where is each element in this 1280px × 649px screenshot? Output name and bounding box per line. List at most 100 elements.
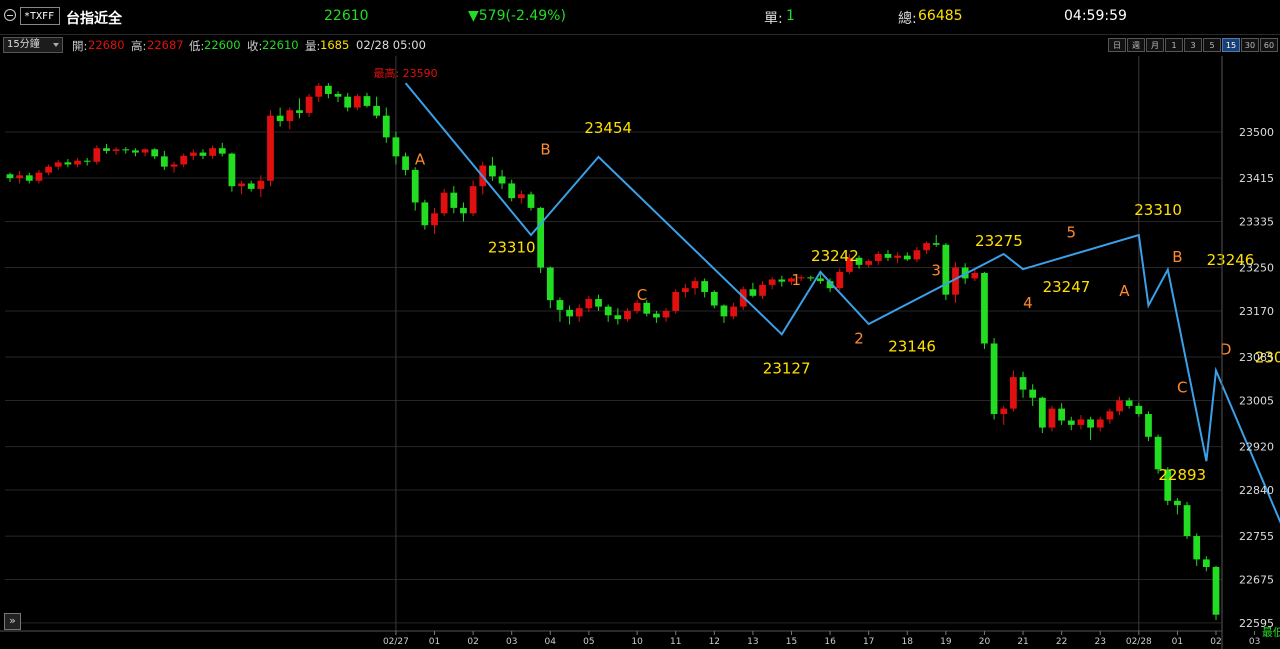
period-dropdown[interactable]: 15分鐘 [3, 37, 63, 53]
candle [981, 271, 988, 349]
period-button-3[interactable]: 3 [1184, 38, 1202, 52]
wave-annotation: 23310 [1134, 201, 1182, 219]
candle-body [151, 149, 159, 157]
candle-body [990, 343, 998, 415]
candle-body [1154, 436, 1162, 470]
candle-body [913, 250, 921, 260]
candle-body [83, 160, 91, 162]
wave-annotation: B [540, 141, 550, 159]
candle-body [218, 148, 226, 154]
ohlc-bar: 15分鐘 開: 22680 高: 22687 低: 22600 收: 22610… [0, 35, 1280, 56]
wave-annotation: A [415, 150, 426, 168]
period-button-15[interactable]: 15 [1222, 38, 1240, 52]
candle-body [653, 313, 660, 318]
x-tick-label: 23 [1094, 637, 1105, 647]
period-button-month[interactable]: 月 [1146, 38, 1164, 52]
candle [527, 191, 535, 211]
candle-body [662, 310, 670, 318]
candle-body [93, 148, 101, 162]
period-button-day[interactable]: 日 [1108, 38, 1126, 52]
period-button-week[interactable]: 週 [1127, 38, 1145, 52]
candle-body [35, 172, 43, 181]
candle-body [701, 281, 709, 292]
y-tick-label: 22595 [1239, 617, 1274, 630]
expand-panel-icon[interactable]: » [4, 613, 21, 630]
high-value: 22687 [147, 38, 184, 52]
candle-body [1096, 419, 1104, 428]
close-value: 22610 [262, 38, 299, 52]
symbol-name: 台指近全 [66, 11, 122, 27]
x-tick-label: 15 [786, 637, 797, 647]
candle-body [132, 150, 139, 153]
candle [537, 206, 545, 273]
x-tick-label: 01 [429, 637, 440, 647]
candle-body [807, 277, 815, 279]
wave-annotation: 23242 [811, 247, 859, 265]
candle-body [276, 115, 284, 122]
x-tick-label: 21 [1017, 637, 1028, 647]
candle-body [1067, 420, 1075, 425]
candle [440, 188, 448, 217]
period-button-1[interactable]: 1 [1165, 38, 1183, 52]
x-tick-label: 17 [863, 637, 874, 647]
candle-body [296, 110, 303, 113]
wave-annotation: 4 [1023, 294, 1033, 312]
period-value: 15分鐘 [7, 39, 40, 50]
minus-circle-icon[interactable] [4, 9, 16, 21]
candle-body [440, 192, 448, 214]
candle-body [691, 281, 699, 289]
candle-body [469, 186, 477, 214]
candle-body [1202, 559, 1210, 567]
symbol-input[interactable]: *TXFF [20, 7, 60, 25]
period-button-5[interactable]: 5 [1203, 38, 1221, 52]
candle-body [894, 255, 901, 258]
wave-annotation: 23127 [763, 359, 811, 377]
candle-body [903, 255, 911, 260]
candle-body [141, 149, 149, 153]
candle-body [508, 183, 516, 199]
period-button-60[interactable]: 60 [1260, 38, 1278, 52]
candle-body [575, 308, 583, 317]
candle [267, 110, 274, 187]
candle-body [189, 152, 197, 156]
candle-body [1125, 400, 1133, 406]
quote-header: *TXFF 台指近全 22610 ▼579(-2.49%) 單: 1 總: 66… [0, 0, 1280, 35]
candle-body [460, 207, 467, 214]
y-tick-label: 23415 [1239, 172, 1274, 185]
volume-label: 量: [305, 39, 321, 53]
candle-body [247, 183, 255, 189]
wave-annotation: 2 [854, 330, 864, 348]
candle-body [1174, 500, 1181, 506]
total-volume-value: 66485 [918, 8, 963, 24]
candle-body [817, 278, 824, 282]
candle-body [1193, 536, 1201, 560]
candle-body [363, 96, 371, 106]
candle-body [537, 207, 545, 268]
candle-body [884, 253, 892, 258]
candle-body [325, 85, 332, 94]
x-tick-label: 02/27 [383, 637, 409, 647]
open-label: 開: [72, 39, 88, 53]
candle-body [122, 149, 130, 151]
candle [93, 145, 101, 165]
candle-body [556, 300, 564, 310]
candle-body [681, 288, 689, 292]
candle-body [353, 96, 361, 108]
candle [1145, 411, 1152, 442]
wave-annotation: 1 [792, 271, 802, 289]
candle-body [373, 105, 381, 116]
candle-body [489, 165, 496, 177]
wave-annotation: A [1119, 282, 1130, 300]
period-button-30[interactable]: 30 [1241, 38, 1259, 52]
candle-body [450, 192, 458, 208]
candle [1183, 501, 1191, 539]
y-tick-label: 23170 [1239, 305, 1274, 318]
x-tick-label: 02/28 [1126, 637, 1152, 647]
close-label: 收: [247, 39, 263, 53]
candle-body [759, 284, 766, 296]
candlestick-chart[interactable]: A 23310 B 23454 C 1 23242 2 23146 23127 3 23275 5 4 23… [0, 56, 1280, 649]
candle-body [749, 289, 757, 296]
wave-annotation: 23247 [1043, 278, 1091, 296]
candle-body [1116, 400, 1123, 412]
candle-body [112, 149, 120, 151]
